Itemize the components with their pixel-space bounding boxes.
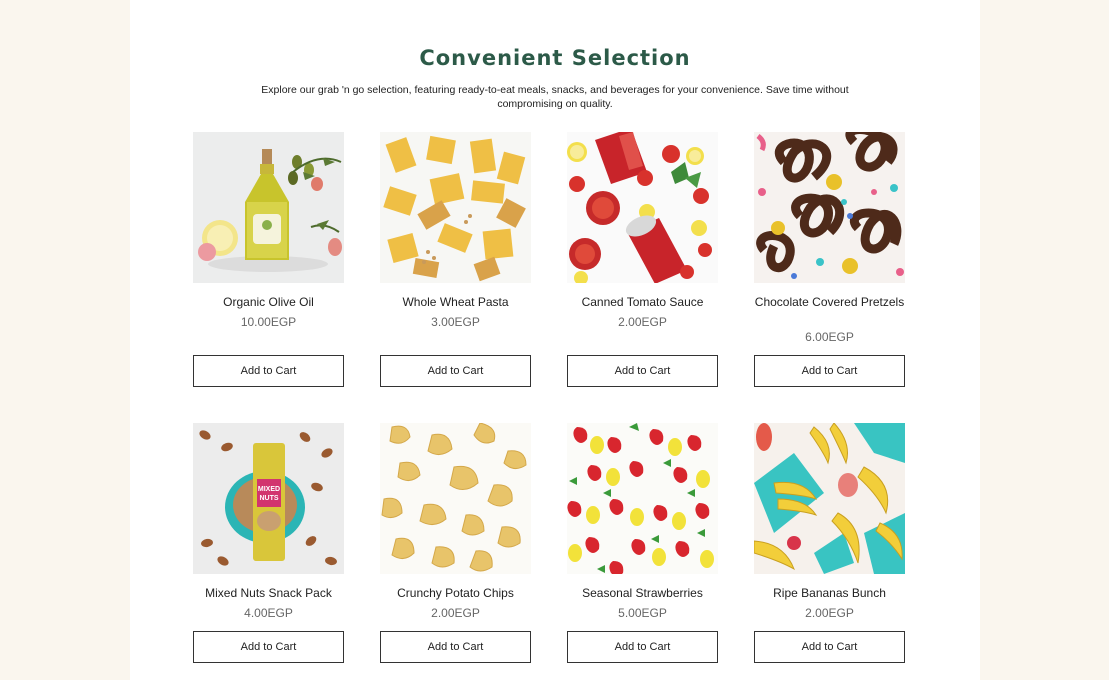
product-name[interactable]: Mixed Nuts Snack Pack [193,586,344,601]
product-price: 2.00EGP [805,606,854,620]
add-to-cart-button[interactable]: Add to Cart [193,355,344,387]
product-image-bananas[interactable] [754,423,905,574]
section-title: Convenient Selection [419,46,691,70]
product-image-pasta[interactable] [380,132,531,283]
product-image-pretzels[interactable] [754,132,905,283]
add-to-cart-button[interactable]: Add to Cart [380,355,531,387]
product-name[interactable]: Ripe Bananas Bunch [754,586,905,601]
product-name[interactable]: Seasonal Strawberries [567,586,718,601]
section-intro: Explore our grab 'n go selection, featur… [261,84,849,110]
product-image-mixed-nuts[interactable]: MIXED NUTS [193,423,344,574]
product-name[interactable]: Canned Tomato Sauce [567,295,718,310]
product-image-olive-oil[interactable] [193,132,344,283]
add-to-cart-button[interactable]: Add to Cart [193,631,344,663]
product-name[interactable]: Whole Wheat Pasta [380,295,531,310]
product-price: 3.00EGP [431,315,480,329]
product-image-potato-chips[interactable] [380,423,531,574]
product-name[interactable]: Chocolate Covered Pretzels [754,295,905,310]
add-to-cart-button[interactable]: Add to Cart [380,631,531,663]
product-name[interactable]: Organic Olive Oil [193,295,344,310]
product-name[interactable]: Crunchy Potato Chips [380,586,531,601]
svg-text:MIXED: MIXED [258,486,280,493]
product-price: 5.00EGP [618,606,667,620]
add-to-cart-button[interactable]: Add to Cart [754,631,905,663]
product-price: 2.00EGP [431,606,480,620]
product-image-tomato-sauce[interactable] [567,132,718,283]
add-to-cart-button[interactable]: Add to Cart [567,631,718,663]
svg-text:NUTS: NUTS [259,495,278,502]
product-price: 4.00EGP [244,606,293,620]
content-panel: Convenient Selection Explore our grab 'n… [130,0,980,680]
product-price: 6.00EGP [805,330,854,344]
add-to-cart-button[interactable]: Add to Cart [567,355,718,387]
product-price: 10.00EGP [240,315,297,329]
add-to-cart-button[interactable]: Add to Cart [754,355,905,387]
product-image-strawberries[interactable] [567,423,718,574]
product-price: 2.00EGP [618,315,667,329]
